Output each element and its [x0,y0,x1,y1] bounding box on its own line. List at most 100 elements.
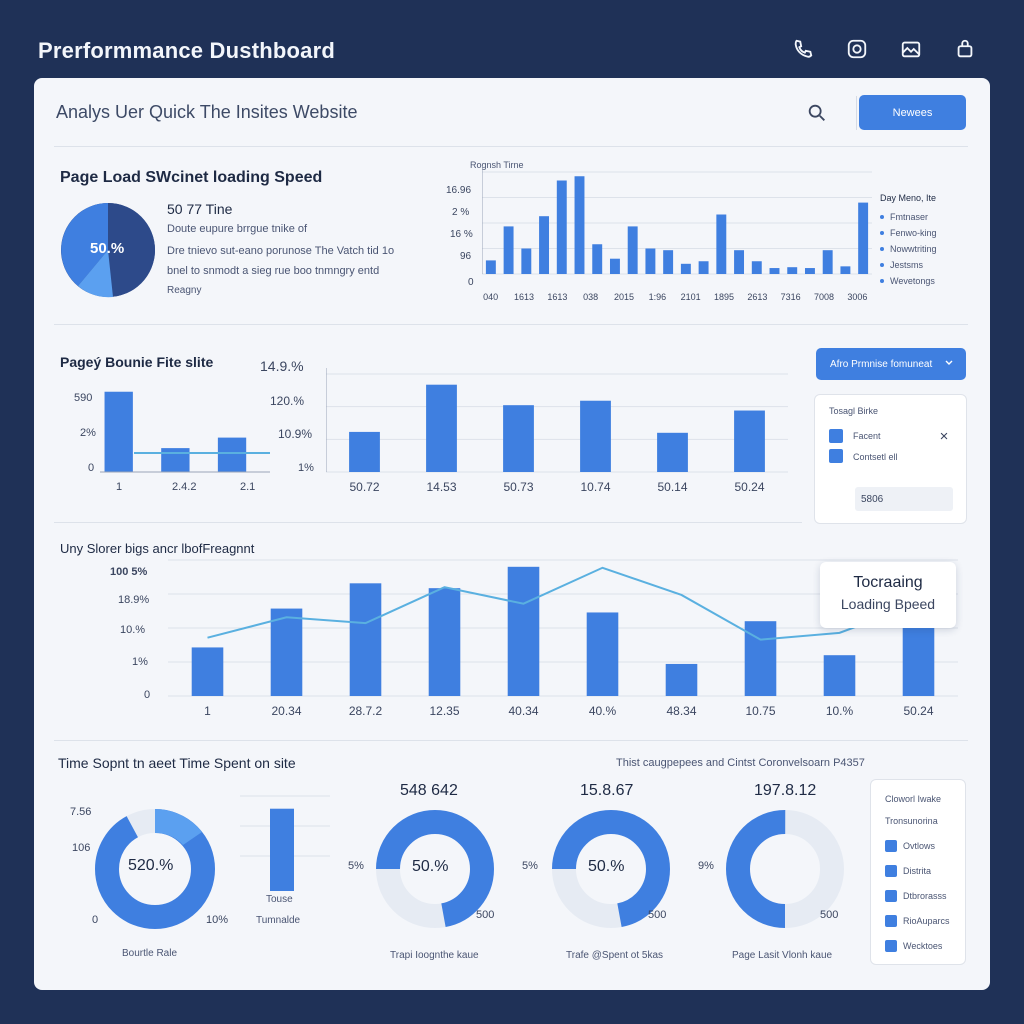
rate-bar-chart [326,368,788,473]
divider [54,324,968,325]
bar [787,267,798,274]
rate-y-tick: 120.% [270,394,305,408]
gauge-value: 197.8.12 [754,782,817,799]
legend-card-item[interactable]: Distrita [885,865,931,877]
x-tick-label: 3006 [847,292,868,302]
app-title: Prerformmance Dusthboard [38,38,335,63]
bounce-end-tick: 10% [206,914,229,926]
combo-y-tick: 18.9% [118,594,150,606]
legend-label: Wevetongs [890,276,935,286]
chart-icon [885,915,897,927]
legend-card-item[interactable]: Ovtlows [885,840,935,852]
gauge-center: 50.% [412,858,449,875]
bar [507,566,540,696]
load-speed-bar-chart [482,166,872,275]
x-tick-label: 1613 [547,292,568,302]
load-legend: Day Meno, Ite Fmtnaser Fenwo-king Nowwtr… [880,193,937,289]
legend-card-label: Wecktoes [903,941,943,951]
legend-item: Fenwo-king [880,225,937,241]
bar [191,647,224,696]
checkbox-contsetl[interactable] [829,449,843,463]
bar [822,250,833,274]
gauge-center: 50.% [588,858,625,875]
checkbox-facent[interactable] [829,429,843,443]
section-bounce-title: Pageý Bounie Fite slite [60,354,214,370]
legend-card-item[interactable]: RioAuparcs [885,915,950,927]
image-icon[interactable] [898,36,924,62]
bar [521,248,532,274]
bar [503,405,534,472]
legend-label: Nowwtriting [890,244,937,254]
bar [663,250,674,274]
gauge-caption: Trapi Ioognthe kaue [390,950,479,961]
bag-icon[interactable] [952,36,978,62]
rate-y-tick: 10.9% [278,427,313,441]
bounce-x-tick: 2.1 [240,481,256,493]
legend-card-item[interactable]: Dtbrorasss [885,890,947,902]
x-tick-label: 20.34 [271,704,302,718]
x-tick-label: 038 [583,292,599,302]
x-tick-label: 48.34 [666,704,697,718]
legend-card-title: Cloworl Iwake [885,794,941,804]
bar [503,226,514,274]
bar [161,448,190,472]
close-icon[interactable]: × [936,429,952,445]
combo-x-axis: 1 20.34 28.7.2 12.35 40.34 40.% 48.34 10.75 10.%… [168,704,958,718]
x-tick-label: 7008 [813,292,835,302]
newees-button[interactable]: Newees [859,95,966,130]
chart-tooltip: Tocraaing Loading Bpeed [820,562,956,628]
legend-card-subtitle-text: Tronsunorina [885,816,938,826]
section-page-load-title: Page Load SWcinet loading Speed [60,169,323,186]
bar [665,663,698,696]
phone-icon[interactable] [790,36,816,62]
legend-dot [880,263,884,267]
filter-input[interactable]: 5806 [855,487,953,511]
bounce-x-tick: 2.4.2 [172,481,197,493]
tooltip-line2: Loading Bpeed [840,596,936,612]
bar [734,250,745,274]
bar [609,258,620,274]
x-tick-label: 2015 [613,292,635,302]
section-time-subtitle: Thist caugpepees and Cintst Coronvelsoar… [616,757,865,769]
bounce-y-tick: 0 [88,462,95,474]
bar [592,244,603,274]
bar [270,608,303,696]
bar [680,263,691,274]
x-tick-label: 1613 [513,292,535,302]
section-time-title: Time Sopnt tn aeet Time Spent on site [58,755,296,771]
x-tick-label: 7316 [780,292,801,302]
x-tick-label: 50.24 [734,480,765,494]
bar [539,216,550,274]
search-icon[interactable] [806,102,830,126]
divider [54,146,968,147]
legend-card: Cloworl Iwake Tronsunorina Ovtlows Distr… [870,779,966,965]
gauge-right-tick: 500 [648,909,667,921]
bar [485,260,496,274]
checkbox-label: Facent [853,431,881,441]
camera-icon[interactable] [844,36,870,62]
legend-label: Fenwo-king [890,228,937,238]
bar [657,432,688,472]
legend-card-label: Dtbrorasss [903,891,947,901]
gauge-caption: Page Lasit Vlonh kaue [732,950,833,961]
bar [586,612,619,696]
x-tick-label: 2613 [747,292,768,302]
bar [426,384,457,472]
load-y-tick: 0 [468,277,474,288]
legend-dot [880,279,884,283]
x-tick-label: 50.72 [349,480,380,494]
legend-card-item[interactable]: Wecktoes [885,940,942,952]
x-tick-label: 10.% [825,704,854,718]
bar [769,268,780,274]
x-tick-label: 2101 [680,292,701,302]
gauge-left-tick: 5% [522,860,538,872]
gauge-right-tick: 500 [820,909,839,921]
panel-header: Analys Uer Quick The Insites Website New… [34,78,990,148]
legend-dot [880,247,884,251]
legend-label: Jestsms [890,260,924,270]
promise-dropdown[interactable]: Afro Prmnise fomuneat [816,348,966,380]
page-load-value: 50 77 Tine [167,201,233,217]
x-tick-label: 12.35 [429,704,460,718]
rate-y-tick: 1% [298,462,314,474]
page-load-info-4: Reagny [167,285,202,296]
